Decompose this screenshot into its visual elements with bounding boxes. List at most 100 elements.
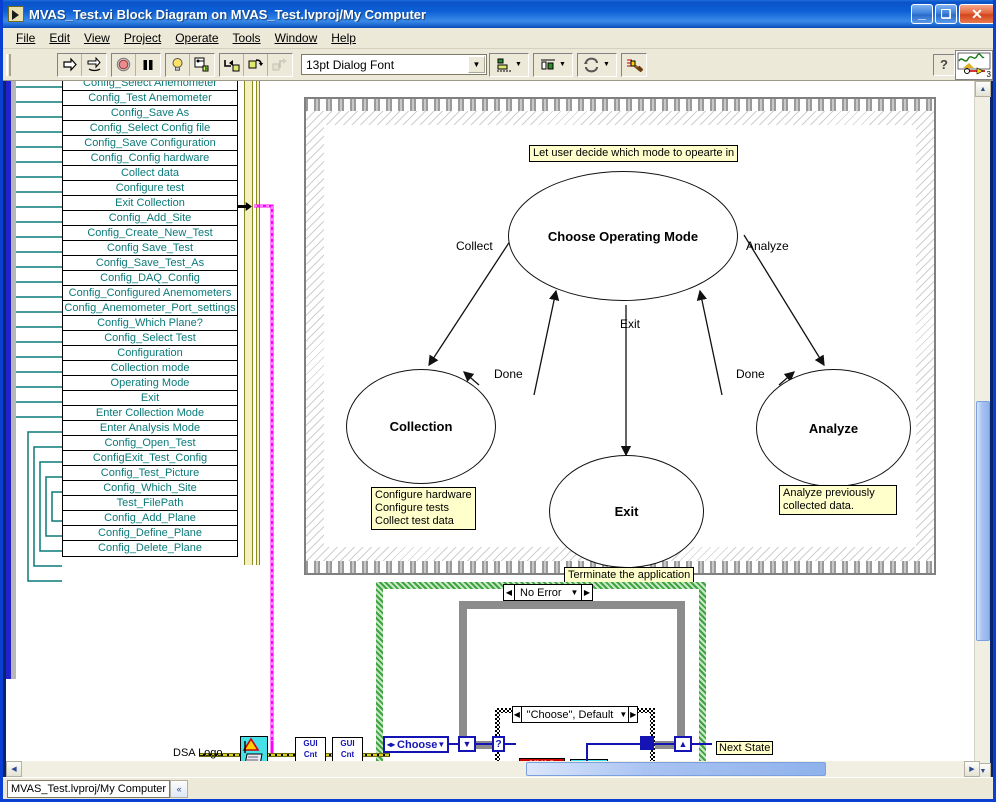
chevron-down-icon[interactable]: ▼ [618,710,628,719]
case-row[interactable]: Operating Mode [63,376,237,391]
close-icon: ✕ [960,5,994,23]
case-row[interactable]: Config_Save Configuration [63,136,237,151]
scroll-right-button[interactable]: ▶ [964,761,980,777]
case-row[interactable]: Config_Select Anemometer [63,81,237,91]
run-arrow-icon[interactable] [58,54,82,76]
case-row[interactable]: Config Save_Test [63,241,237,256]
case-row[interactable]: Config_Add_Site [63,211,237,226]
case-row[interactable]: Config_Select Config file [63,121,237,136]
case-row[interactable]: Exit Collection [63,196,237,211]
menu-edit[interactable]: Edit [42,29,77,47]
font-selector[interactable]: 13pt Dialog Font ▼ [301,54,487,75]
case-row[interactable]: Configure test [63,181,237,196]
node-collection[interactable]: Collection [346,369,496,484]
pause-icon[interactable] [136,54,160,76]
case-row[interactable]: Config_Anemometer_Port_settings [63,301,237,316]
reorder-objects-button[interactable]: ▼ [577,53,617,77]
case-row[interactable]: Config_Define_Plane [63,526,237,541]
case-row[interactable]: Config_Configured Anemometers [63,286,237,301]
node-analyze[interactable]: Analyze [756,369,911,487]
menu-tools[interactable]: Tools [226,29,268,47]
case-row[interactable]: Config_Which_Site [63,481,237,496]
context-help-window-icon[interactable]: 3 [955,50,993,80]
menu-file[interactable]: File [9,29,42,47]
case-row[interactable]: Config_Save As [63,106,237,121]
project-path-field[interactable]: MVAS_Test.lvproj/My Computer [7,780,170,798]
horizontal-scrollbar[interactable]: ◀ ▶ [6,761,980,777]
chevron-right-icon[interactable]: ▶ [581,585,592,600]
loop-tunnel-in[interactable]: ▼ [458,736,476,752]
step-into-icon[interactable] [220,54,244,76]
menu-operate[interactable]: Operate [168,29,225,47]
menu-project-label: Project [124,31,161,45]
flowchart-inner-area: Let user decide which mode to opearte in… [324,125,916,547]
menu-view[interactable]: View [77,29,117,47]
case-row[interactable]: Enter Collection Mode [63,406,237,421]
case-row[interactable]: Config_Test Anemometer [63,91,237,106]
chevron-down-icon[interactable]: ▼ [468,56,485,73]
horizontal-scrollbar-thumb[interactable] [526,762,826,776]
chevron-left-icon[interactable]: ◀ [504,585,515,600]
case-row[interactable]: Test_FilePath [63,496,237,511]
node-exit[interactable]: Exit [549,455,704,568]
distribute-objects-button[interactable]: ▼ [533,53,573,77]
case-row[interactable]: Collect data [63,166,237,181]
abort-group [111,53,161,77]
case-row[interactable]: Collection mode [63,361,237,376]
case-row[interactable]: Config_Which Plane? [63,316,237,331]
chevron-down-icon[interactable]: ▼ [437,740,448,749]
run-group [57,53,107,77]
case-row[interactable]: Config_Create_New_Test [63,226,237,241]
minimize-button[interactable]: _ [911,4,933,24]
vertical-scrollbar-thumb[interactable] [976,401,990,641]
error-case-selector[interactable]: ◀ No Error ▼ ▶ [503,584,593,601]
case-row[interactable]: Config_Delete_Plane [63,541,237,556]
align-objects-button[interactable]: ▼ [489,53,529,77]
node-label: Analyze [809,421,858,436]
chevron-down-icon: ▼ [559,61,566,68]
chevron-left-icon[interactable]: ◀ [513,707,522,722]
case-row[interactable]: ConfigExit_Test_Config [63,451,237,466]
mode-case-selector[interactable]: ◀ "Choose", Default ▼ ▶ [512,706,638,723]
highlight-execution-bulb-icon[interactable] [166,54,190,76]
case-row[interactable]: Config_DAQ_Config [63,271,237,286]
chevron-right-icon[interactable]: ▶ [628,707,637,722]
run-continuously-icon[interactable] [82,54,106,76]
menu-project[interactable]: Project [117,29,168,47]
context-help-question-icon[interactable]: ? [933,54,955,76]
scroll-up-button[interactable]: ▲ [975,81,991,97]
cleanup-group [621,53,647,77]
case-row[interactable]: Exit [63,391,237,406]
step-out-icon[interactable] [268,54,292,76]
maximize-button[interactable]: ❑ [935,4,957,24]
case-row[interactable]: Config_Save_Test_As [63,256,237,271]
menu-help[interactable]: Help [324,29,363,47]
clean-up-diagram-icon[interactable] [622,54,646,76]
chevron-down-icon[interactable]: ▼ [568,588,581,597]
project-nav-button[interactable]: « [170,780,188,798]
case-row[interactable]: Config_Test_Picture [63,466,237,481]
step-over-icon[interactable] [244,54,268,76]
loop-tunnel-out[interactable]: ▲ [674,736,692,752]
case-output-tunnel[interactable] [640,736,654,750]
bundle-wire-vertical-1 [244,81,253,565]
close-button[interactable]: ✕ [959,4,995,24]
case-row[interactable]: Configuration [63,346,237,361]
block-diagram-canvas[interactable]: Config_Select Anemometer Config_Test Ane… [6,81,980,779]
scroll-left-button[interactable]: ◀ [6,761,22,777]
enum-control-choose[interactable]: ◂▸ Choose ▼ [383,736,449,753]
abort-execution-icon[interactable] [112,54,136,76]
question-terminal[interactable]: ? [492,736,505,752]
vertical-scrollbar[interactable]: ▲ ▼ [974,81,990,779]
toolbar-grip[interactable] [6,54,11,76]
case-row[interactable]: Config_Open_Test [63,436,237,451]
menu-help-label: Help [331,31,356,45]
retain-wire-values-icon[interactable] [190,54,214,76]
case-row[interactable]: Config_Config hardware [63,151,237,166]
case-row[interactable]: Enter Analysis Mode [63,421,237,436]
node-choose-operating-mode[interactable]: Choose Operating Mode [508,171,738,301]
case-selector-label-list[interactable]: Config_Select Anemometer Config_Test Ane… [62,81,238,557]
case-row[interactable]: Config_Add_Plane [63,511,237,526]
case-row[interactable]: Config_Select Test [63,331,237,346]
menu-window[interactable]: Window [268,29,325,47]
